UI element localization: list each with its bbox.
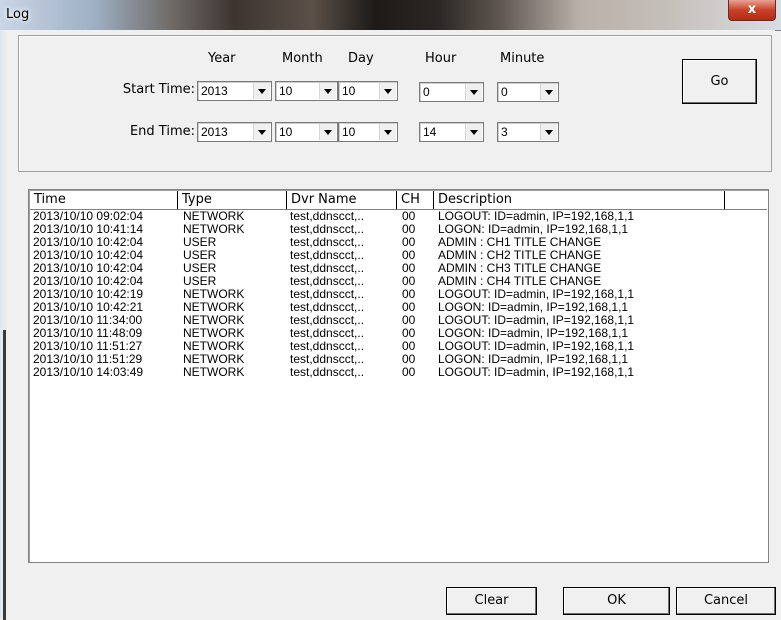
window-title: Log xyxy=(6,7,30,22)
chevron-down-icon xyxy=(540,84,557,100)
start-year-value: 2013 xyxy=(201,84,228,98)
end-minute-value: 3 xyxy=(501,125,508,139)
month-header: Month xyxy=(282,51,323,66)
title-bar: Log x xyxy=(0,0,781,31)
chevron-down-icon xyxy=(465,124,482,140)
start-minute-value: 0 xyxy=(501,85,508,99)
clear-button[interactable]: Clear xyxy=(446,587,537,615)
end-minute-select[interactable]: 3 xyxy=(497,122,559,142)
hour-header: Hour xyxy=(425,51,457,66)
chevron-down-icon xyxy=(319,83,336,99)
table-row[interactable]: 2013/10/10 14:03:49 NETWORK test,ddnscct,.… xyxy=(30,366,767,379)
column-header-dvr-name[interactable]: Dvr Name xyxy=(287,191,397,209)
chevron-down-icon xyxy=(540,124,557,140)
end-month-value: 10 xyxy=(279,125,293,139)
time-filter-group xyxy=(18,35,772,172)
start-hour-select[interactable]: 0 xyxy=(419,82,484,102)
start-time-label: Start Time: xyxy=(122,82,195,97)
log-rows: 2013/10/10 09:02:04 NETWORK test,ddnscct,.… xyxy=(30,210,767,379)
chevron-down-icon xyxy=(319,124,336,140)
start-month-select[interactable]: 10 xyxy=(275,81,338,101)
close-button[interactable]: x xyxy=(728,0,776,21)
close-icon: x xyxy=(747,2,757,17)
cell-description: LOGOUT: ID=admin, IP=192,168,1,1 xyxy=(438,365,635,379)
cell-ch: 00 xyxy=(402,365,416,379)
chevron-down-icon xyxy=(465,84,482,100)
end-day-select[interactable]: 10 xyxy=(338,122,398,142)
chevron-down-icon xyxy=(253,124,270,140)
column-header-type[interactable]: Type xyxy=(178,191,287,209)
chevron-down-icon xyxy=(379,124,396,140)
go-button[interactable]: Go xyxy=(682,59,757,104)
column-header-description[interactable]: Description xyxy=(434,191,725,209)
end-time-label: End Time: xyxy=(129,124,195,139)
start-month-value: 10 xyxy=(279,84,293,98)
minute-header: Minute xyxy=(500,51,545,66)
end-year-select[interactable]: 2013 xyxy=(197,122,272,142)
column-header-ch[interactable]: CH xyxy=(397,191,434,209)
day-header: Day xyxy=(348,51,374,66)
background-strip xyxy=(3,330,6,620)
log-list-header: Time Type Dvr Name CH Description xyxy=(30,191,767,210)
column-header-time[interactable]: Time xyxy=(30,191,178,209)
end-day-value: 10 xyxy=(342,125,356,139)
chevron-down-icon xyxy=(253,83,270,99)
end-hour-value: 14 xyxy=(423,125,437,139)
end-hour-select[interactable]: 14 xyxy=(419,122,484,142)
chevron-down-icon xyxy=(379,83,396,99)
start-year-select[interactable]: 2013 xyxy=(197,81,272,101)
end-month-select[interactable]: 10 xyxy=(275,122,338,142)
window-left-edge xyxy=(0,30,8,620)
end-year-value: 2013 xyxy=(201,125,228,139)
cell-time: 2013/10/10 14:03:49 xyxy=(33,365,144,379)
ok-button[interactable]: OK xyxy=(563,587,670,615)
start-minute-select[interactable]: 0 xyxy=(497,82,559,102)
cell-dvr-name: test,ddnscct,.. xyxy=(290,365,365,379)
log-list[interactable]: Time Type Dvr Name CH Description 2013/1… xyxy=(28,189,769,563)
year-header: Year xyxy=(208,51,236,66)
start-day-select[interactable]: 10 xyxy=(338,81,398,101)
cancel-button[interactable]: Cancel xyxy=(676,587,776,615)
start-day-value: 10 xyxy=(342,84,356,98)
cell-type: NETWORK xyxy=(183,365,245,379)
start-hour-value: 0 xyxy=(423,85,430,99)
